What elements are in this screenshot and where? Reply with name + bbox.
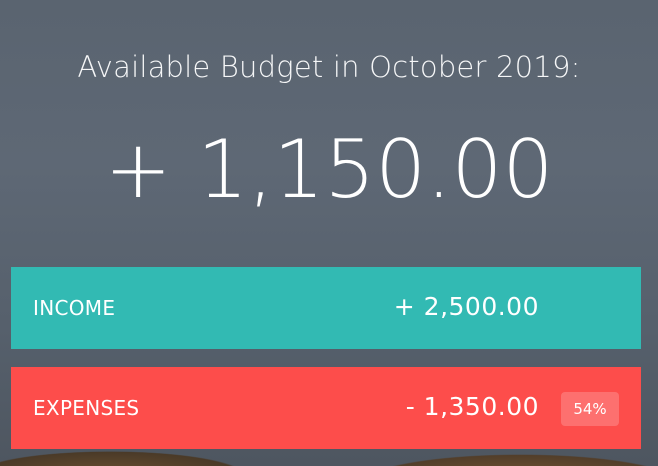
income-value: + 2,500.00 [393,292,539,321]
income-summary: INCOME + 2,500.00 [11,267,641,349]
expenses-label: EXPENSES [33,396,140,420]
expenses-summary: EXPENSES - 1,350.00 54% [11,367,641,449]
expenses-percentage-badge: 54% [561,392,619,426]
budget-title: Available Budget in October 2019: [77,50,581,84]
budget-value: + 1,150.00 [104,123,554,216]
income-label: INCOME [33,296,116,320]
expenses-value: - 1,350.00 [405,392,539,421]
